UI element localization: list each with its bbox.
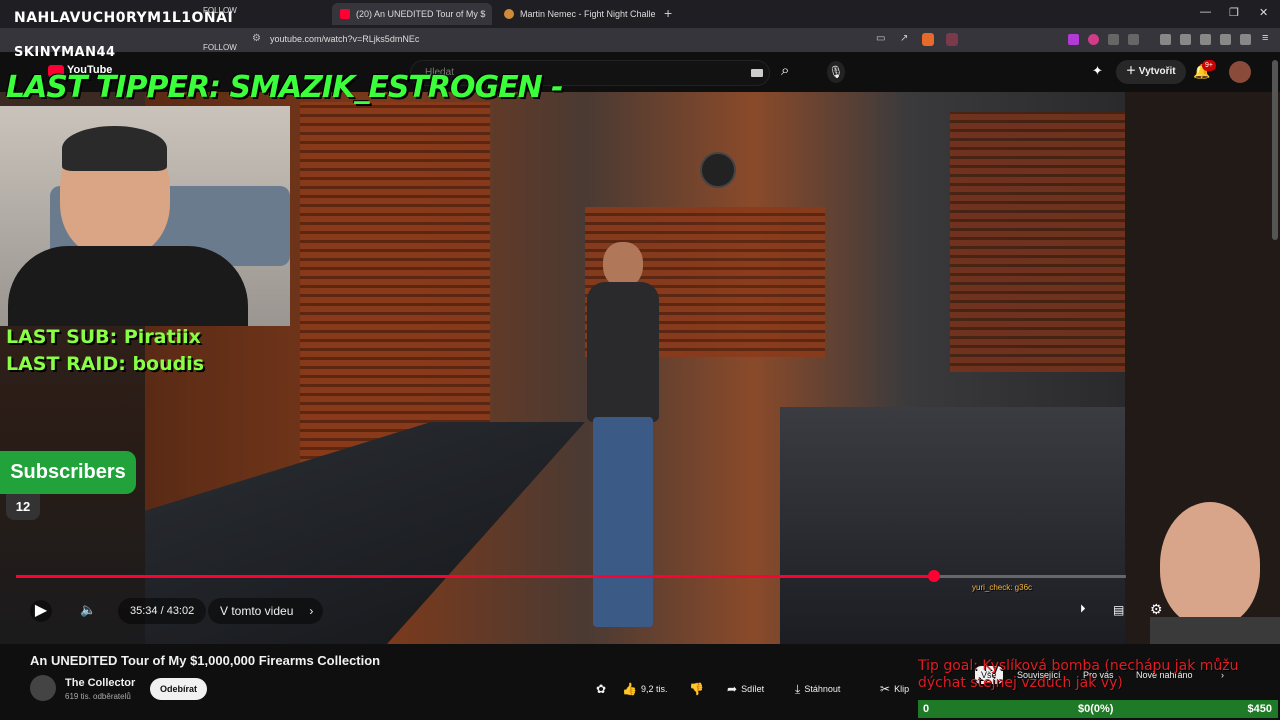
extension-icon[interactable] [1068, 34, 1079, 45]
extension-icon[interactable] [1108, 34, 1119, 45]
create-button[interactable]: ＋ Vytvořit [1116, 60, 1186, 84]
gun-wall-right [950, 112, 1125, 372]
new-tab-icon[interactable]: + [664, 5, 672, 21]
user-avatar[interactable] [1229, 61, 1251, 83]
clip-label: Klip [894, 684, 910, 694]
menu-icon[interactable]: ≡ [1262, 32, 1268, 44]
plus-icon: ＋ [1126, 66, 1139, 77]
subscribers-count: 12 [6, 494, 40, 520]
maximize-icon[interactable]: ❐ [1229, 6, 1239, 19]
address-bar: ⚙ youtube.com/watch?v=RLjks5dmNEc ▭ ↗ ≡ [0, 28, 1280, 52]
channel-name[interactable]: The Collector [65, 677, 135, 689]
tab-fight-night[interactable]: Martin Nemec - Fight Night Challenge ✕ [496, 3, 656, 25]
subscribe-button[interactable]: Odebírat [150, 678, 207, 700]
last-tipper-banner: LAST TIPPER: SMAZIK_ESTROGEN - [6, 70, 564, 105]
media-icon[interactable] [1160, 34, 1171, 45]
youtube-favicon-icon [340, 9, 350, 19]
minimize-icon[interactable]: — [1200, 6, 1211, 18]
person-in-video [575, 242, 685, 642]
download-icon: ⤓ [795, 682, 801, 696]
share-button[interactable]: ➦ Sdílet [727, 678, 764, 700]
follower-name-2: SKINYMAN44 [14, 45, 116, 60]
last-sub-label: LAST SUB: Piratiix [6, 326, 201, 348]
page-scrollbar[interactable] [1272, 60, 1278, 240]
goal-start: 0 [923, 703, 930, 715]
progress-fill [16, 575, 934, 578]
site-info-icon[interactable]: ⚙ [252, 33, 261, 44]
video-title: An UNEDITED Tour of My $1,000,000 Firear… [30, 653, 381, 668]
notifications-badge: 9+ [1202, 60, 1216, 71]
close-window-icon[interactable]: ✕ [1259, 6, 1268, 19]
counter-right [780, 407, 1125, 644]
time-display: 35:34 / 43:02 [118, 598, 207, 624]
share-icon[interactable]: ↗ [900, 33, 908, 44]
share-arrow-icon: ➦ [727, 682, 738, 696]
thumbs-up-icon: 👍 [622, 682, 637, 696]
subtitles-icon[interactable]: ▤ [1113, 603, 1124, 617]
play-icon[interactable]: ▶ [30, 600, 52, 622]
channel-avatar[interactable] [30, 675, 56, 701]
reaction-cam [1150, 502, 1280, 644]
settings-gear-icon[interactable]: ✦ [1092, 63, 1103, 79]
like-count: 9,2 tis. [640, 684, 668, 694]
brave-shield-icon[interactable] [922, 33, 934, 46]
wall-clock [700, 152, 736, 188]
follower-name-1: NAHLAVUCH0RYM1L1ONAI [14, 10, 234, 26]
chapter-label: V tomto videu [220, 604, 294, 618]
thumbs-down-icon: 👎 [689, 682, 704, 696]
gear-action[interactable]: ✿ [596, 678, 606, 700]
webcam-feed [0, 106, 290, 326]
share-label: Sdílet [741, 684, 765, 694]
brave-rewards-icon[interactable] [946, 33, 958, 46]
search-icon[interactable]: ⌕ [781, 62, 789, 79]
create-label: Vytvořit [1138, 66, 1176, 77]
like-button[interactable]: 👍 9,2 tis. [622, 678, 667, 700]
scissors-icon: ✂ [880, 682, 891, 696]
extension-icon[interactable] [1128, 34, 1139, 45]
chevron-right-icon: › [309, 604, 314, 618]
cast-icon[interactable]: ▭ [876, 33, 885, 44]
progress-bar[interactable] [16, 570, 1126, 582]
sidebar-icon[interactable] [1180, 34, 1191, 45]
tab-title: (20) An UNEDITED Tour of My $ [356, 9, 486, 19]
gear-icon: ✿ [596, 682, 607, 696]
dislike-button[interactable]: 👎 [689, 678, 704, 700]
settings-icon[interactable]: ⚙ [1150, 601, 1163, 618]
vpn-icon[interactable] [1240, 34, 1251, 45]
tab-youtube[interactable]: (20) An UNEDITED Tour of My $ ✕ [332, 3, 492, 25]
tip-goal-bar: 0 $0(0%) $450 [918, 700, 1278, 718]
autoplay-toggle-icon[interactable]: ⏵ [1080, 603, 1086, 616]
keyboard-icon[interactable] [751, 69, 763, 77]
wallet-icon[interactable] [1200, 34, 1211, 45]
follow-label-1: FOLLOW [203, 6, 237, 15]
clip-button[interactable]: ✂ Klip [880, 678, 909, 700]
goal-progress: $0(0%) [1078, 703, 1114, 715]
leo-icon[interactable] [1220, 34, 1231, 45]
microphone-icon[interactable]: 🎙 [827, 61, 845, 83]
last-raid-label: LAST RAID: boudis [6, 353, 205, 375]
volume-icon[interactable]: 🔈 [80, 602, 96, 618]
tab-favicon-icon [504, 9, 514, 19]
goal-target: $450 [1247, 703, 1272, 715]
chapter-button[interactable]: V tomto videu › [208, 598, 324, 624]
chat-line: yuri_check: g36c [972, 583, 1033, 592]
subscribers-badge: Subscribers [0, 451, 136, 494]
tab-title: Martin Nemec - Fight Night Challenge [520, 9, 656, 19]
download-button[interactable]: ⤓ Stáhnout [795, 678, 840, 700]
channel-subscriber-count: 619 tis. odběratelů [65, 692, 131, 701]
extension-icon[interactable] [1088, 34, 1099, 45]
tip-goal-text: Tip goal: Kyslíková bomba (nechápu jak m… [918, 658, 1239, 691]
download-label: Stáhnout [804, 684, 841, 694]
progress-scrubber[interactable] [927, 570, 940, 582]
url-field[interactable]: youtube.com/watch?v=RLjks5dmNEc [270, 34, 419, 44]
follow-label-2: FOLLOW [203, 43, 237, 52]
